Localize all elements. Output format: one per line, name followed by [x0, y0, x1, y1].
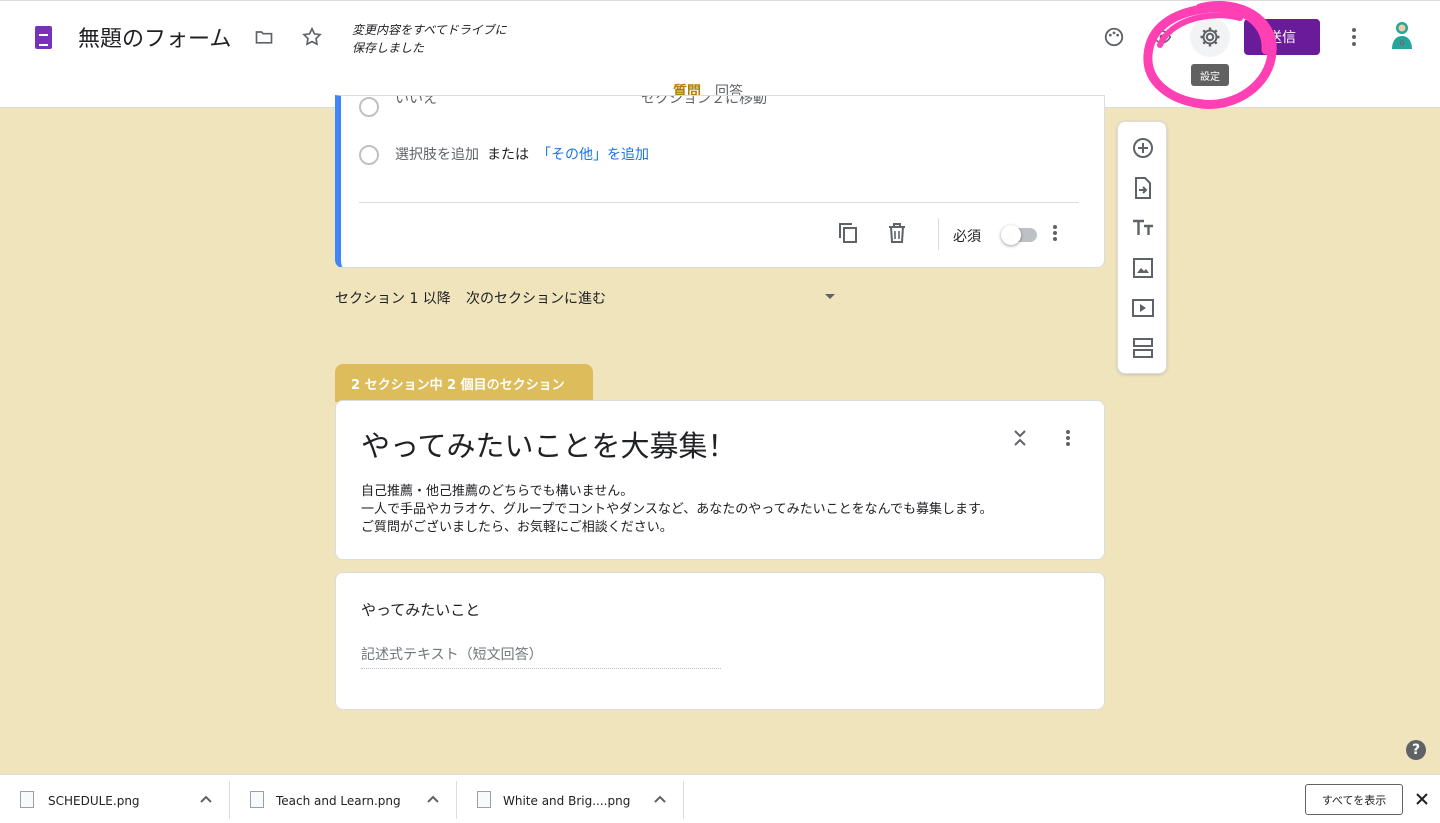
- form-title[interactable]: 無題のフォーム: [78, 21, 231, 53]
- move-to-folder-icon[interactable]: [244, 17, 284, 57]
- vertical-separator: [938, 218, 939, 250]
- question-card-multiple-choice[interactable]: いいえ セクション２に移動 選択肢を追加 または 「その他」を追加 必須: [335, 95, 1105, 268]
- add-question-icon[interactable]: [1123, 128, 1163, 168]
- after-section-label: セクション 1 以降: [335, 291, 451, 307]
- palette-icon[interactable]: [1094, 17, 1134, 57]
- radio-option-icon: [359, 97, 379, 117]
- question-card-short-answer[interactable]: やってみたいこと 記述式テキスト（短文回答）: [335, 572, 1105, 710]
- floating-toolbar: [1117, 121, 1167, 374]
- answer-underline: [361, 668, 721, 669]
- avatar[interactable]: G: [1386, 19, 1418, 51]
- section-title[interactable]: やってみたいことを大募集！: [361, 423, 737, 465]
- file-icon: [477, 791, 491, 808]
- import-questions-icon[interactable]: [1123, 168, 1163, 208]
- required-label: 必須: [953, 229, 981, 245]
- chevron-up-icon[interactable]: [423, 789, 443, 809]
- question-more-vert-icon[interactable]: [1035, 213, 1075, 253]
- settings-tooltip: 設定: [1191, 64, 1229, 86]
- option-label-clipped[interactable]: いいえ: [395, 96, 437, 108]
- add-video-icon[interactable]: [1123, 288, 1163, 328]
- go-to-section-clipped[interactable]: セクション２に移動: [641, 96, 767, 108]
- or-text: または: [487, 147, 529, 163]
- gear-icon: [1190, 17, 1230, 57]
- close-icon[interactable]: [1412, 789, 1432, 809]
- download-item[interactable]: Teach and Learn.png: [230, 781, 457, 819]
- file-icon: [20, 791, 34, 808]
- google-forms-logo-icon[interactable]: [35, 26, 52, 49]
- card-divider: [359, 202, 1079, 203]
- add-image-icon[interactable]: [1123, 248, 1163, 288]
- trash-icon[interactable]: [877, 213, 917, 253]
- chevron-up-icon[interactable]: [650, 789, 670, 809]
- save-status: 変更内容をすべてドライブに 保存しました: [352, 23, 507, 55]
- help-icon[interactable]: ?: [1406, 740, 1426, 760]
- section-header-card[interactable]: やってみたいことを大募集！ 自己推薦・他己推薦のどちらでも構いません。 一人で手…: [335, 400, 1105, 560]
- svg-text:G: G: [1400, 40, 1405, 47]
- section-counter-tab: 2 セクション中 2 個目のセクション: [335, 364, 593, 402]
- download-item[interactable]: SCHEDULE.png: [0, 781, 230, 819]
- download-filename: SCHEDULE.png: [48, 794, 140, 808]
- download-filename: Teach and Learn.png: [276, 794, 401, 808]
- duplicate-icon[interactable]: [828, 213, 868, 253]
- download-bar: SCHEDULE.png Teach and Learn.png White a…: [0, 774, 1440, 823]
- add-section-icon[interactable]: [1123, 328, 1163, 368]
- add-other-link[interactable]: 「その他」を追加: [537, 144, 649, 164]
- after-section-select[interactable]: 次のセクションに進む: [466, 288, 606, 308]
- show-all-downloads-button[interactable]: すべてを表示: [1305, 784, 1403, 815]
- download-filename: White and Brig....png: [503, 794, 631, 808]
- more-vert-icon[interactable]: [1334, 17, 1374, 57]
- section-description[interactable]: 自己推薦・他己推薦のどちらでも構いません。 一人で手品やカラオケ、グループでコン…: [361, 483, 993, 537]
- required-toggle[interactable]: [1001, 225, 1037, 245]
- app-header: 無題のフォーム 変更内容をすべてドライブに 保存しました 設定 送信 G 質問 …: [0, 0, 1440, 108]
- radio-add-option-icon: [359, 145, 379, 165]
- question-title[interactable]: やってみたいこと: [361, 599, 480, 620]
- short-answer-placeholder: 記述式テキスト（短文回答）: [361, 647, 543, 663]
- collapse-section-icon[interactable]: [1000, 418, 1040, 458]
- send-button[interactable]: 送信: [1244, 19, 1320, 55]
- star-icon[interactable]: [292, 17, 332, 57]
- section-more-vert-icon[interactable]: [1048, 418, 1088, 458]
- add-title-description-icon[interactable]: [1123, 208, 1163, 248]
- file-icon: [250, 791, 264, 808]
- dropdown-arrow-icon[interactable]: [825, 294, 835, 299]
- preview-eye-icon[interactable]: [1142, 17, 1182, 57]
- add-option-link[interactable]: 選択肢を追加: [395, 144, 479, 164]
- chevron-up-icon[interactable]: [196, 789, 216, 809]
- download-item[interactable]: White and Brig....png: [457, 781, 684, 819]
- settings-button[interactable]: [1190, 17, 1230, 57]
